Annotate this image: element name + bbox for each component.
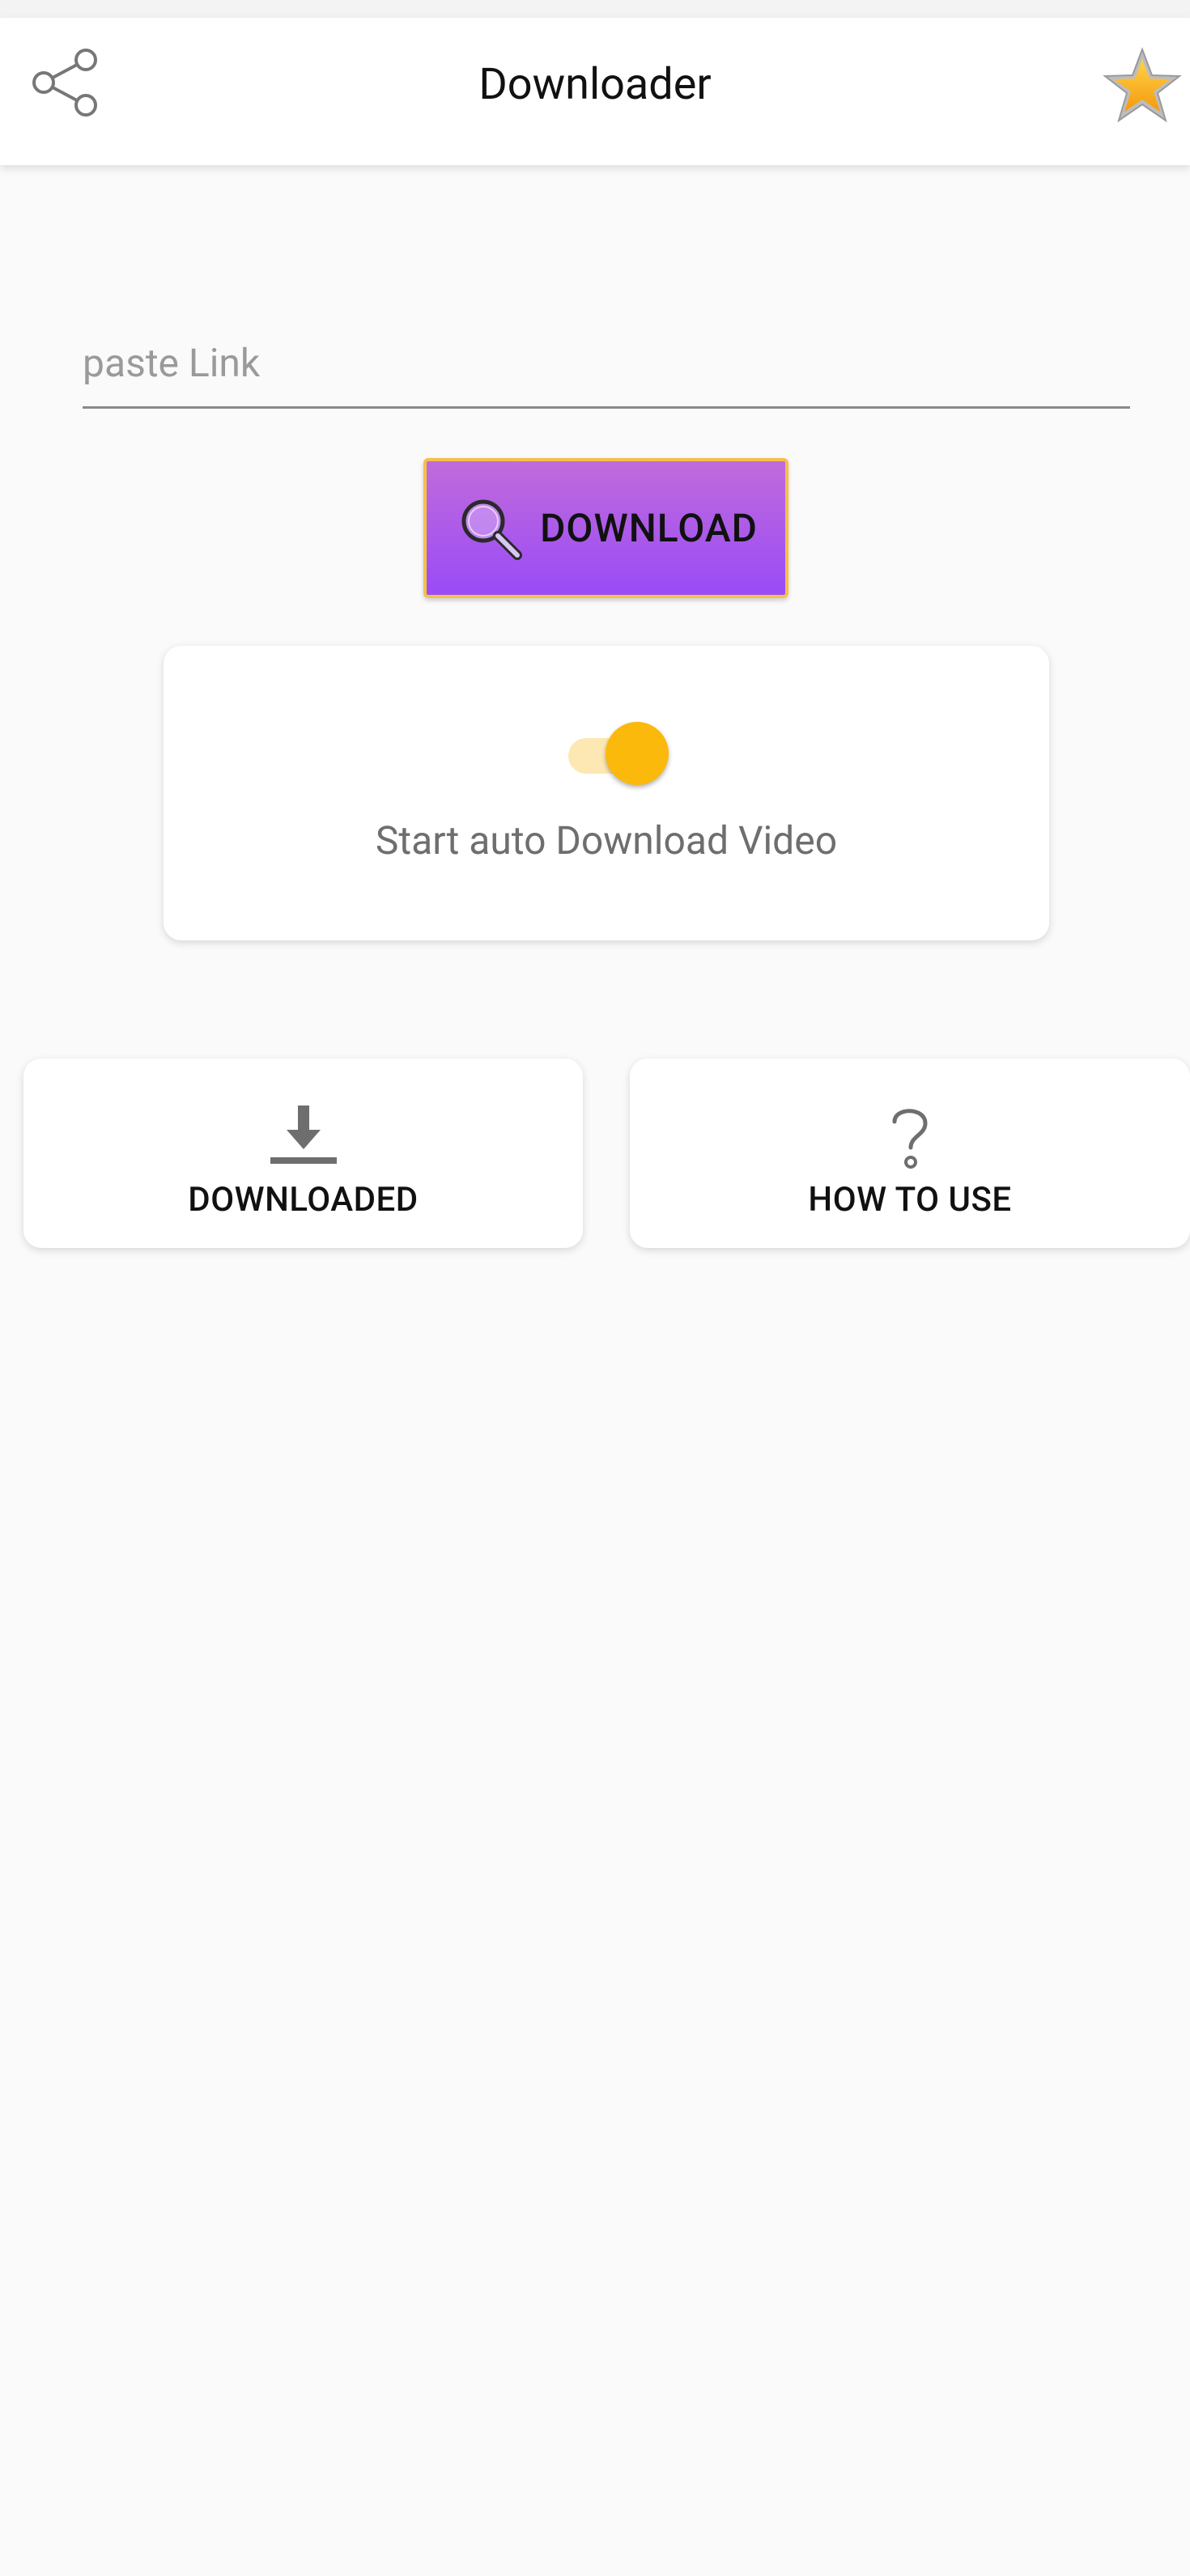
toggle-thumb: [606, 722, 669, 785]
download-icon: [267, 1099, 340, 1172]
how-to-use-button[interactable]: HOW TO USE: [630, 1059, 1190, 1248]
search-icon: [461, 499, 523, 560]
status-bar: [0, 0, 1190, 18]
download-button[interactable]: DOWNLOAD: [423, 458, 788, 598]
auto-download-card: Start auto Download Video: [164, 646, 1049, 940]
auto-download-label: Start auto Download Video: [375, 817, 838, 864]
link-input[interactable]: [83, 312, 1130, 406]
star-icon: [1103, 47, 1182, 123]
how-to-use-label: HOW TO USE: [808, 1180, 1012, 1220]
rate-button[interactable]: [1098, 42, 1187, 131]
page-title: Downloader: [478, 59, 712, 110]
link-input-container: [83, 312, 1130, 409]
downloaded-button[interactable]: DOWNLOADED: [23, 1059, 583, 1248]
app-bar: Downloader: [0, 18, 1190, 165]
download-button-label: DOWNLOAD: [540, 505, 758, 551]
auto-download-toggle[interactable]: [568, 720, 669, 785]
downloaded-label: DOWNLOADED: [188, 1180, 419, 1220]
question-icon: [873, 1099, 946, 1172]
